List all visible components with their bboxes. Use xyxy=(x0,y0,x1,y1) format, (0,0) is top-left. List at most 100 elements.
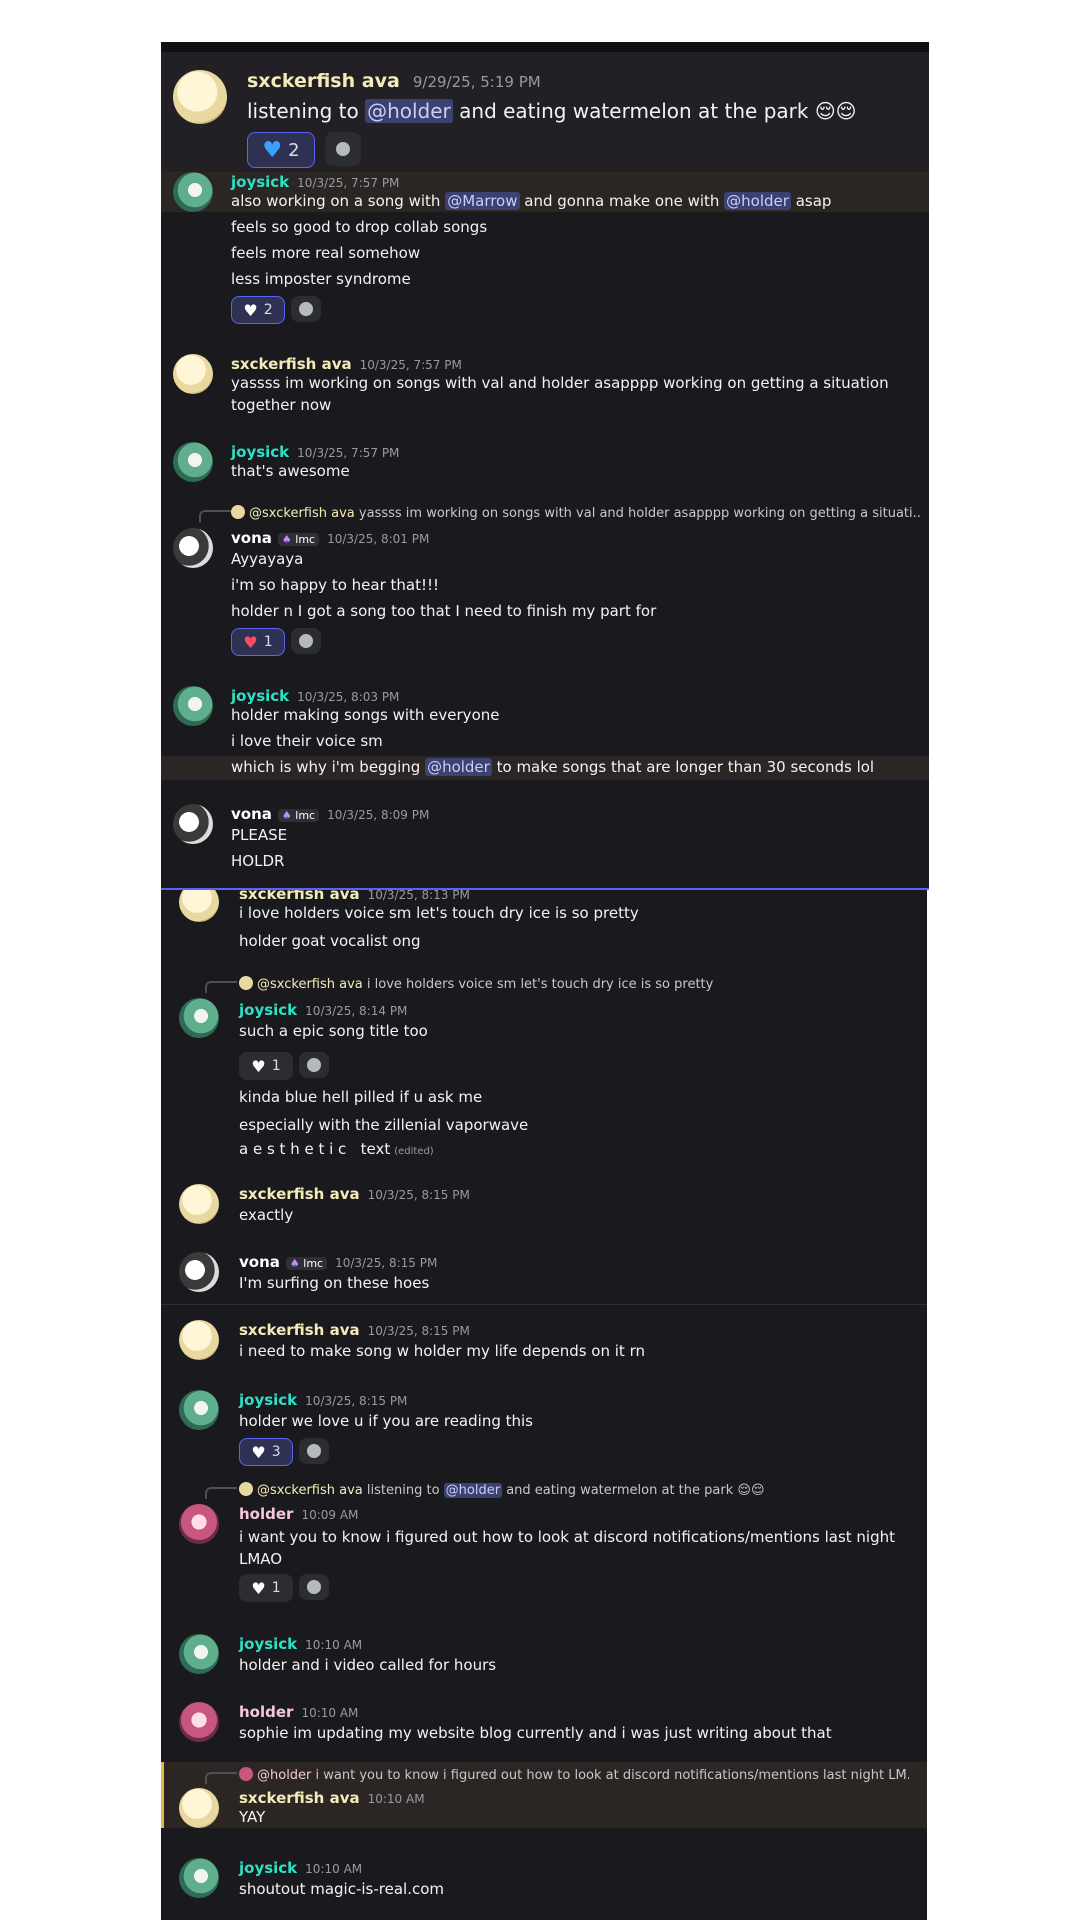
avatar[interactable] xyxy=(179,1634,219,1674)
username[interactable]: vona xyxy=(239,1253,280,1271)
message-text: feels more real somehow xyxy=(231,244,421,262)
username[interactable]: sxckerfish ava xyxy=(239,890,360,903)
timestamp: 9/29/25, 5:19 PM xyxy=(412,73,541,91)
reaction-heart[interactable]: ♥ 1 xyxy=(231,628,285,656)
add-reaction-button[interactable] xyxy=(299,1052,329,1078)
role-tag: ♠ lmc xyxy=(285,1257,328,1270)
reaction-heart[interactable]: ♥ 2 xyxy=(247,132,315,168)
message-text: kinda blue hell pilled if u ask me xyxy=(239,1088,483,1106)
heart-icon: ♥ xyxy=(251,1442,266,1462)
reply-preview[interactable]: @sxckerfish ava listening to @holder and… xyxy=(239,1482,909,1498)
heart-icon: ♥ xyxy=(251,1056,266,1076)
message-text: i love holders voice sm let's touch dry … xyxy=(239,904,639,922)
timestamp: 10/3/25, 8:13 PM xyxy=(367,890,470,902)
avatar[interactable] xyxy=(173,804,213,844)
username[interactable]: holder xyxy=(239,1505,293,1523)
username[interactable]: joysick xyxy=(239,1859,297,1877)
mention[interactable]: @Marrow xyxy=(445,192,520,210)
avatar[interactable] xyxy=(173,686,213,726)
role-tag: ♠ lmc xyxy=(277,533,320,546)
heart-icon: ♥ xyxy=(262,137,283,163)
avatar[interactable] xyxy=(179,1320,219,1360)
reply-preview[interactable]: @holder i want you to know i figured out… xyxy=(239,1767,909,1783)
username[interactable]: sxckerfish ava xyxy=(239,1789,360,1807)
avatar[interactable] xyxy=(179,1504,219,1544)
avatar[interactable] xyxy=(179,890,219,922)
username[interactable]: joysick xyxy=(231,687,289,705)
username[interactable]: joysick xyxy=(239,1391,297,1409)
username[interactable]: sxckerfish ava xyxy=(239,1321,360,1339)
message-text: PLEASE xyxy=(231,826,288,844)
avatar[interactable] xyxy=(179,1390,219,1430)
heart-icon: ♥ xyxy=(251,1578,266,1598)
mention[interactable]: @holder xyxy=(443,1483,503,1498)
avatar[interactable] xyxy=(179,1788,219,1828)
timestamp: 10/3/25, 8:15 PM xyxy=(335,1256,438,1270)
username[interactable]: joysick xyxy=(231,443,289,461)
avatar[interactable] xyxy=(173,172,213,212)
message-text: exactly xyxy=(239,1206,294,1224)
avatar[interactable] xyxy=(173,442,213,482)
mention[interactable]: @holder xyxy=(365,99,453,123)
avatar[interactable] xyxy=(179,1702,219,1742)
message-text: i love their voice sm xyxy=(231,732,383,750)
smiley-icon xyxy=(307,1444,321,1458)
message-text: holder making songs with everyone xyxy=(231,706,500,724)
heart-icon: ♥ xyxy=(243,300,258,320)
avatar[interactable] xyxy=(173,70,227,124)
timestamp: 10/3/25, 8:14 PM xyxy=(305,1004,408,1018)
reply-preview[interactable]: @sxckerfish ava yassss im working on son… xyxy=(231,505,921,521)
smiley-icon xyxy=(336,142,350,156)
divider xyxy=(161,1304,927,1305)
avatar[interactable] xyxy=(179,998,219,1038)
mini-avatar xyxy=(239,1767,253,1781)
username[interactable]: sxckerfish ava xyxy=(247,70,400,92)
add-reaction-button[interactable] xyxy=(299,1438,329,1464)
username[interactable]: joysick xyxy=(231,173,289,191)
reply-spine xyxy=(205,981,237,993)
add-reaction-button[interactable] xyxy=(325,132,361,166)
avatar[interactable] xyxy=(173,528,213,568)
timestamp: 10/3/25, 8:01 PM xyxy=(327,532,430,546)
username[interactable]: joysick xyxy=(239,1635,297,1653)
smiley-icon xyxy=(307,1058,321,1072)
mention[interactable]: @holder xyxy=(425,758,492,776)
message-screenshot-1: sxckerfish ava 9/29/25, 5:19 PM listenin… xyxy=(161,42,929,182)
message-text: i want you to know i figured out how to … xyxy=(239,1528,895,1546)
message-text: especially with the zillenial vaporwave xyxy=(239,1116,529,1134)
mini-avatar xyxy=(239,976,253,990)
avatar[interactable] xyxy=(173,354,213,394)
message-text: together now xyxy=(231,396,332,414)
avatar[interactable] xyxy=(179,1184,219,1224)
smiley-icon xyxy=(307,1580,321,1594)
reaction-heart[interactable]: ♥ 3 xyxy=(239,1438,293,1466)
add-reaction-button[interactable] xyxy=(291,628,321,654)
username[interactable]: vona xyxy=(231,529,272,547)
username[interactable]: joysick xyxy=(239,1001,297,1019)
reaction-heart[interactable]: ♥ 1 xyxy=(239,1052,293,1080)
message-text: less imposter syndrome xyxy=(231,270,411,288)
message-text: shoutout magic-is-real.com xyxy=(239,1880,444,1898)
avatar[interactable] xyxy=(179,1252,219,1292)
timestamp: 10:10 AM xyxy=(367,1792,425,1806)
reaction-heart[interactable]: ♥ 2 xyxy=(231,296,285,324)
username[interactable]: sxckerfish ava xyxy=(239,1185,360,1203)
message-text: which is why i'm begging @holder to make… xyxy=(231,758,875,776)
message-text: i need to make song w holder my life dep… xyxy=(239,1342,645,1360)
add-reaction-button[interactable] xyxy=(291,296,321,322)
avatar[interactable] xyxy=(179,1858,219,1898)
add-reaction-button[interactable] xyxy=(299,1574,329,1600)
message-text: LMAO xyxy=(239,1550,283,1568)
username[interactable]: holder xyxy=(239,1703,293,1721)
username[interactable]: sxckerfish ava xyxy=(231,355,352,373)
reaction-heart[interactable]: ♥ 1 xyxy=(239,1574,293,1602)
message-text: YAY xyxy=(239,1808,266,1826)
message-text: holder goat vocalist ong xyxy=(239,932,421,950)
message-text: Ayyayaya xyxy=(231,550,304,568)
reply-preview[interactable]: @sxckerfish ava i love holders voice sm … xyxy=(239,976,909,992)
message-text: feels so good to drop collab songs xyxy=(231,218,488,236)
mention[interactable]: @holder xyxy=(724,192,791,210)
username[interactable]: vona xyxy=(231,805,272,823)
message-text: I'm surfing on these hoes xyxy=(239,1274,430,1292)
message-text: also working on a song with @Marrow and … xyxy=(231,192,832,210)
